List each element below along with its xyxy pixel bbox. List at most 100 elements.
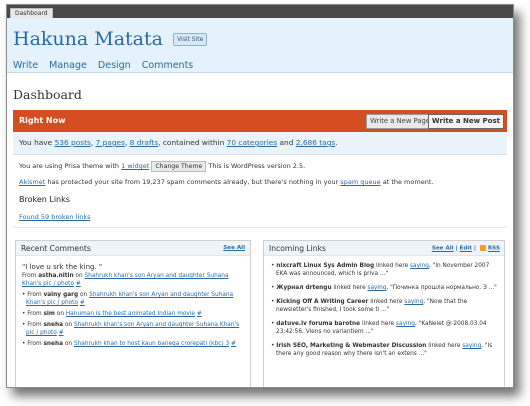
incoming-link-item: • Журнал drtengu linked here saying, "По… xyxy=(271,285,497,291)
theme-line: You are using Prisa theme with 1 widget … xyxy=(13,161,507,172)
comment-quote: "I love u srk the king. " xyxy=(22,263,103,271)
rss-link[interactable]: RSS xyxy=(488,246,500,252)
from-text: From xyxy=(22,273,39,279)
write-new-post-button[interactable]: Write a New Post xyxy=(427,114,504,129)
main-content: Dashboard Right Now Write a New Page Wri… xyxy=(7,87,513,387)
from-text: From xyxy=(27,311,44,317)
version-text: This is WordPress version 2.5. xyxy=(206,162,306,170)
see-all-links-link[interactable]: See All xyxy=(432,246,454,252)
incoming-link-item: • nixcraft Linux Sys Admin Blog linked h… xyxy=(271,263,490,277)
tags-link[interactable]: 2,686 tags xyxy=(296,138,335,147)
saying-link[interactable]: saying xyxy=(367,285,386,291)
separator: | xyxy=(471,245,478,252)
page-title: Dashboard xyxy=(13,87,82,102)
stats-text: . xyxy=(335,138,338,147)
comment-author: sneha xyxy=(43,322,64,328)
comment-hash-link[interactable]: # xyxy=(80,300,85,306)
right-now-title: Right Now xyxy=(19,116,66,125)
broken-links-heading: Broken Links xyxy=(19,195,70,204)
posts-link[interactable]: 536 posts xyxy=(55,138,91,147)
incoming-link-item: • Irish SEO, Marketing & Webmaster Discu… xyxy=(271,343,493,357)
broken-links-link[interactable]: Found 59 broken links xyxy=(13,213,507,221)
panel-header: Incoming Links See All | Edit | RSS xyxy=(264,241,504,256)
stats-text: , contained within xyxy=(158,138,227,147)
right-now-bar: Right Now Write a New Page Write a New P… xyxy=(13,110,507,132)
akismet-link[interactable]: Akismet xyxy=(19,178,45,186)
linked-text: linked here xyxy=(368,299,405,305)
on-text: on xyxy=(54,311,66,317)
comment-item: • From vainy garg on Shahrukh khan's son… xyxy=(22,292,234,306)
stats-text: You have xyxy=(19,138,55,147)
write-new-page-button[interactable]: Write a New Page xyxy=(366,114,434,129)
comment-author: astha.nitin xyxy=(38,273,74,279)
on-text: on xyxy=(63,341,74,347)
widget-link[interactable]: 1 widget xyxy=(121,162,149,170)
comment-first: From astha.nitin on Shahrukh khan's son … xyxy=(16,272,250,288)
akismet-text: has protected your site from 19,237 spam… xyxy=(45,178,341,186)
saying-link[interactable]: saying xyxy=(410,263,429,269)
comment-item: • From sneha on Shahrukh khan to host ka… xyxy=(22,341,236,347)
categories-link[interactable]: 70 categories xyxy=(227,138,278,147)
site-header: Hakuna Matata Visit Site Write Manage De… xyxy=(7,18,513,73)
comment-author: sim xyxy=(43,311,55,317)
see-all-comments-link[interactable]: See All xyxy=(223,245,245,251)
main-nav: Write Manage Design Comments xyxy=(13,60,201,71)
theme-text: You are using Prisa theme with xyxy=(19,162,122,170)
from-text: From xyxy=(27,341,44,347)
site-title[interactable]: Hakuna Matata xyxy=(13,28,163,50)
link-source[interactable]: datuve.lv foruma barotne xyxy=(276,321,360,327)
link-source[interactable]: Irish SEO, Marketing & Webmaster Discuss… xyxy=(276,343,426,349)
rss-icon[interactable] xyxy=(479,245,486,251)
comment-hash-link[interactable]: # xyxy=(59,330,64,336)
browser-window: Dashboard Hakuna Matata Visit Site Write… xyxy=(6,4,514,388)
comment-item: • From sneha on Shahrukh khan's son Arya… xyxy=(22,322,240,336)
link-source[interactable]: Журнал drtengu xyxy=(276,285,331,291)
nav-design[interactable]: Design xyxy=(98,60,131,71)
saying-link[interactable]: saying xyxy=(462,343,481,349)
comment-item: • From sim on Hanuman is the best animat… xyxy=(22,311,202,317)
spam-queue-link[interactable]: spam queue xyxy=(340,178,380,186)
comment-hash-link[interactable]: # xyxy=(197,311,202,317)
from-text: From xyxy=(27,292,44,298)
visit-site-button[interactable]: Visit Site xyxy=(173,32,208,46)
change-theme-button[interactable]: Change Theme xyxy=(151,161,207,172)
incoming-links-panel: Incoming Links See All | Edit | RSS • ni… xyxy=(263,240,505,387)
link-source[interactable]: Kicking Off A Writing Career xyxy=(276,299,368,305)
stats-text: and xyxy=(277,138,296,147)
saying-link[interactable]: saying xyxy=(396,321,415,327)
drafts-link[interactable]: 8 drafts xyxy=(130,138,159,147)
akismet-line: Akismet has protected your site from 19,… xyxy=(13,178,507,186)
incoming-links-title: Incoming Links xyxy=(269,244,326,253)
nav-manage[interactable]: Manage xyxy=(49,60,87,71)
comment-hash-link[interactable]: # xyxy=(231,341,236,347)
comment-hash-link[interactable]: # xyxy=(76,281,81,287)
linked-text: linked here xyxy=(331,285,368,291)
excerpt: , "Починка прошла нормально. З ..." xyxy=(386,285,497,291)
comment-post-link[interactable]: Hanuman is the best animated Indian movi… xyxy=(66,311,195,317)
edit-link[interactable]: Edit xyxy=(460,246,472,252)
tab-bar: Dashboard xyxy=(7,5,513,19)
akismet-text: at the moment. xyxy=(380,178,434,186)
from-text: From xyxy=(27,322,44,328)
linked-text: linked here xyxy=(360,321,397,327)
on-text: on xyxy=(63,322,74,328)
recent-comments-panel: Recent Comments See All "I love u srk th… xyxy=(15,240,251,387)
incoming-link-item: • Kicking Off A Writing Career linked he… xyxy=(271,299,468,313)
on-text: on xyxy=(73,273,85,279)
dashboard-panels: Recent Comments See All "I love u srk th… xyxy=(13,240,507,387)
link-source[interactable]: nixcraft Linux Sys Admin Blog xyxy=(276,263,374,269)
incoming-link-item: • datuve.lv foruma barotne linked here s… xyxy=(271,321,487,335)
pages-link[interactable]: 7 pages xyxy=(96,138,125,147)
panel-header: Recent Comments See All xyxy=(16,241,250,256)
comment-author: vainy garg xyxy=(43,292,79,298)
on-text: on xyxy=(78,292,90,298)
linked-text: linked here xyxy=(426,343,463,349)
panel-actions: See All | Edit | RSS xyxy=(432,245,500,252)
saying-link[interactable]: saying xyxy=(404,299,423,305)
comment-author: sneha xyxy=(43,341,64,347)
comment-post-link[interactable]: Shahrukh khan to host kaun banega crorep… xyxy=(74,341,229,347)
nav-write[interactable]: Write xyxy=(13,60,38,71)
divider xyxy=(13,227,507,228)
recent-comments-title: Recent Comments xyxy=(21,244,91,253)
nav-comments[interactable]: Comments xyxy=(142,60,194,71)
